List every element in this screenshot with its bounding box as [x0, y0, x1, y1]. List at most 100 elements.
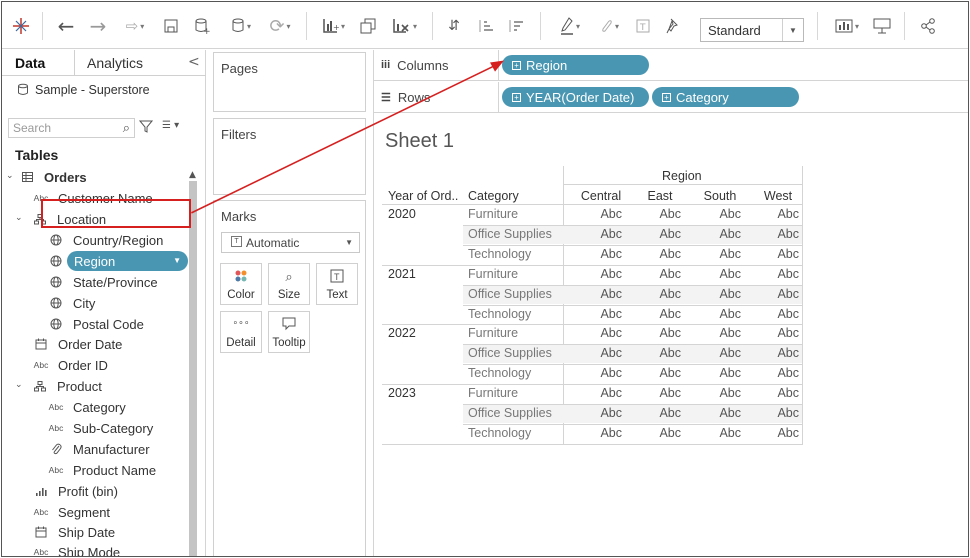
field-city[interactable]: City — [45, 293, 95, 313]
globe-icon — [45, 318, 67, 330]
field-sub-category[interactable]: Abc Sub-Category — [45, 418, 154, 438]
table-cell: Abc — [777, 207, 799, 221]
rows-pill-year[interactable]: + YEAR(Order Date) — [502, 87, 649, 107]
table-cell: Abc — [719, 306, 741, 321]
fit-select[interactable]: Standard ▼ — [700, 18, 804, 42]
filter-icon[interactable] — [138, 119, 154, 136]
table-cell: Abc — [659, 266, 681, 281]
detail-button[interactable]: ∘∘∘ Detail — [220, 311, 262, 353]
table-cell: Abc — [777, 406, 799, 420]
category-label: Office Supplies — [468, 226, 552, 241]
mark-type-select[interactable]: T Automatic ▼ — [221, 232, 360, 253]
histogram-icon — [30, 486, 52, 497]
tableau-logo-icon[interactable] — [10, 14, 32, 38]
group-icon[interactable]: ▾ — [592, 14, 626, 38]
chevron-down-icon[interactable]: ▼ — [173, 256, 181, 265]
table-cell: Abc — [600, 246, 622, 261]
field-manufacturer[interactable]: Manufacturer — [45, 439, 150, 459]
search-icon: ⌕ — [122, 120, 130, 135]
field-state-province[interactable]: State/Province — [45, 272, 158, 292]
column-header-south: South — [703, 189, 737, 203]
duplicate-icon[interactable] — [356, 14, 380, 38]
field-category[interactable]: Abc Category — [45, 397, 126, 417]
presentation-icon[interactable] — [870, 14, 894, 38]
field-postal-code[interactable]: Postal Code — [45, 314, 144, 334]
scrollbar-thumb[interactable] — [189, 181, 197, 556]
swap-icon[interactable]: ⇵ — [442, 14, 466, 38]
undo-icon[interactable]: ← — [54, 14, 78, 38]
share-icon[interactable] — [916, 14, 940, 38]
field-ship-mode[interactable]: Abc Ship Mode — [30, 542, 120, 557]
shelves-pane: Pages Filters Marks T Automatic ▼ Color … — [207, 50, 372, 556]
field-segment[interactable]: Abc Segment — [30, 502, 110, 522]
chevron-down-icon[interactable]: ⌄ — [6, 170, 14, 181]
chevron-down-icon[interactable]: ⌄ — [15, 212, 23, 223]
table-orders[interactable]: ⌄ Orders — [2, 167, 87, 187]
category-label: Office Supplies — [468, 406, 552, 420]
save-icon[interactable] — [160, 14, 182, 38]
grid-line — [463, 244, 802, 246]
year-label: 2023 — [388, 386, 416, 401]
category-label: Office Supplies — [468, 286, 552, 301]
pages-card[interactable]: Pages — [213, 52, 366, 112]
field-order-id[interactable]: Abc Order ID — [30, 355, 108, 375]
category-label: Technology — [468, 425, 532, 440]
collapse-pane-icon[interactable]: < — [188, 54, 200, 70]
table-cell: Abc — [659, 226, 681, 241]
folder-product[interactable]: ⌄ Product — [15, 376, 102, 396]
datasource-icon[interactable]: ▾ — [222, 14, 260, 38]
field-order-date[interactable]: Order Date — [30, 334, 122, 354]
replay-icon[interactable]: ⇨ ▾ — [116, 14, 154, 38]
view-options-icon[interactable]: ☰ ▾ — [162, 120, 179, 131]
datasource-item[interactable]: Sample - Superstore — [17, 83, 150, 97]
sort-ascending-icon[interactable] — [474, 14, 498, 38]
table-cell: Abc — [719, 226, 741, 241]
calendar-icon — [30, 338, 52, 350]
text-button[interactable]: T Text — [316, 263, 358, 305]
highlight-icon[interactable]: ▾ — [552, 14, 588, 38]
field-ship-date[interactable]: Ship Date — [30, 522, 115, 542]
grid-line — [382, 384, 802, 386]
show-me-icon[interactable]: ▾ — [829, 14, 865, 38]
field-region-selected[interactable]: Region ▼ — [67, 251, 188, 271]
field-profit-bin[interactable]: Profit (bin) — [30, 481, 118, 501]
grid-line — [463, 304, 802, 306]
rows-pill-category[interactable]: + Category — [652, 87, 799, 107]
filters-card[interactable]: Filters — [213, 118, 366, 195]
year-label: 2022 — [388, 326, 416, 341]
table-cell: Abc — [777, 425, 799, 440]
pane-tabs: Data Analytics < — [2, 50, 206, 76]
size-button[interactable]: ⌕ Size — [268, 263, 310, 305]
rows-shelf[interactable]: ☰ Rows + YEAR(Order Date) + Category — [374, 82, 968, 113]
label-icon[interactable]: T — [632, 14, 654, 38]
clear-icon[interactable]: ▾ — [386, 14, 424, 38]
columns-pill-region[interactable]: + Region — [502, 55, 649, 75]
field-region[interactable] — [45, 251, 67, 271]
calendar-icon — [30, 526, 52, 538]
scroll-up-icon[interactable]: ▲ — [189, 170, 196, 180]
paperclip-icon — [45, 443, 67, 456]
pin-icon[interactable] — [662, 14, 684, 38]
tab-data[interactable]: Data — [15, 50, 45, 76]
field-product-name[interactable]: Abc Product Name — [45, 460, 156, 480]
hierarchy-icon — [29, 380, 51, 392]
table-cell: Abc — [659, 207, 681, 221]
table-cell: Abc — [600, 286, 622, 301]
field-country-region[interactable]: Country/Region — [45, 230, 163, 250]
columns-shelf[interactable]: iii Columns + Region — [374, 50, 968, 81]
grid-line — [802, 166, 803, 444]
tab-analytics[interactable]: Analytics — [87, 50, 143, 76]
table-cell: Abc — [600, 346, 622, 361]
expand-icon: + — [512, 60, 521, 70]
redo-icon[interactable]: → — [86, 14, 110, 38]
color-button[interactable]: Color — [220, 263, 262, 305]
category-label: Furniture — [468, 326, 519, 341]
new-worksheet-icon[interactable]: +▾ — [316, 14, 352, 38]
search-input[interactable]: Search ⌕ — [8, 118, 135, 138]
chevron-down-icon[interactable]: ⌄ — [15, 379, 23, 390]
table-cell: Abc — [600, 306, 622, 321]
tooltip-button[interactable]: Tooltip — [268, 311, 310, 353]
refresh-icon[interactable]: ⟳ ▾ — [262, 14, 298, 38]
new-datasource-icon[interactable]: + — [190, 14, 214, 38]
sort-descending-icon[interactable] — [504, 14, 528, 38]
